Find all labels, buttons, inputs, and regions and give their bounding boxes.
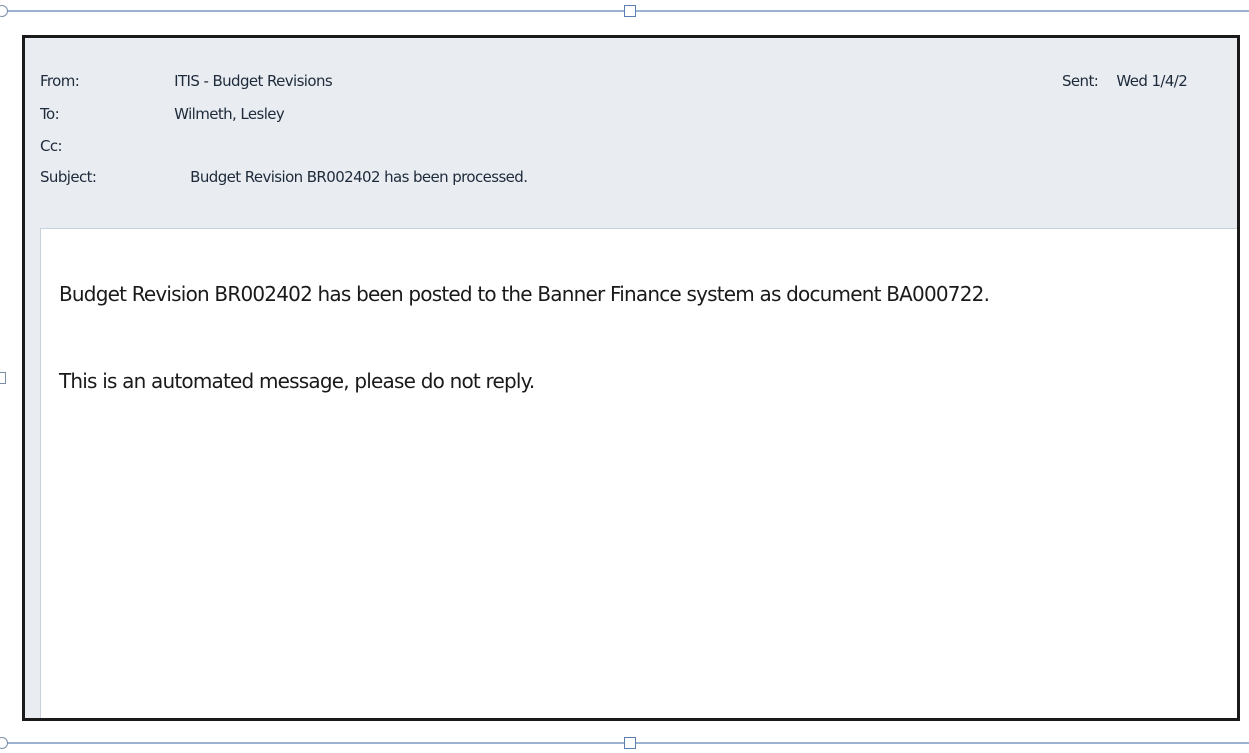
- frame-corner-handle-bottom-left[interactable]: [0, 737, 8, 749]
- from-label: From:: [40, 72, 80, 90]
- email-header: From: ITIS - Budget Revisions To: Wilmet…: [25, 38, 1237, 228]
- cc-label: Cc:: [40, 137, 63, 155]
- email-body[interactable]: Budget Revision BR002402 has been posted…: [40, 228, 1237, 718]
- body-text-line: This is an automated message, please do …: [59, 369, 535, 393]
- sent-row: Sent: Wed 1/4/2: [1062, 72, 1188, 90]
- resize-handle-left[interactable]: [0, 372, 6, 384]
- cc-row: Cc:: [40, 137, 170, 155]
- sent-label: Sent:: [1062, 72, 1099, 90]
- frame-corner-handle-top-left[interactable]: [0, 5, 8, 17]
- resize-handle-top[interactable]: [624, 5, 636, 17]
- to-value[interactable]: Wilmeth, Lesley: [174, 105, 285, 123]
- body-text-line: Budget Revision BR002402 has been posted…: [59, 282, 990, 306]
- subject-row: Subject: Budget Revision BR002402 has be…: [40, 168, 528, 186]
- to-label: To:: [40, 105, 60, 123]
- sent-value: Wed 1/4/2: [1116, 72, 1188, 90]
- from-row: From: ITIS - Budget Revisions: [40, 72, 333, 90]
- from-value[interactable]: ITIS - Budget Revisions: [174, 72, 333, 90]
- email-window: From: ITIS - Budget Revisions To: Wilmet…: [22, 35, 1240, 721]
- to-row: To: Wilmeth, Lesley: [40, 105, 285, 123]
- resize-handle-bottom[interactable]: [624, 737, 636, 749]
- subject-value: Budget Revision BR002402 has been proces…: [190, 168, 528, 186]
- subject-label: Subject:: [40, 168, 97, 186]
